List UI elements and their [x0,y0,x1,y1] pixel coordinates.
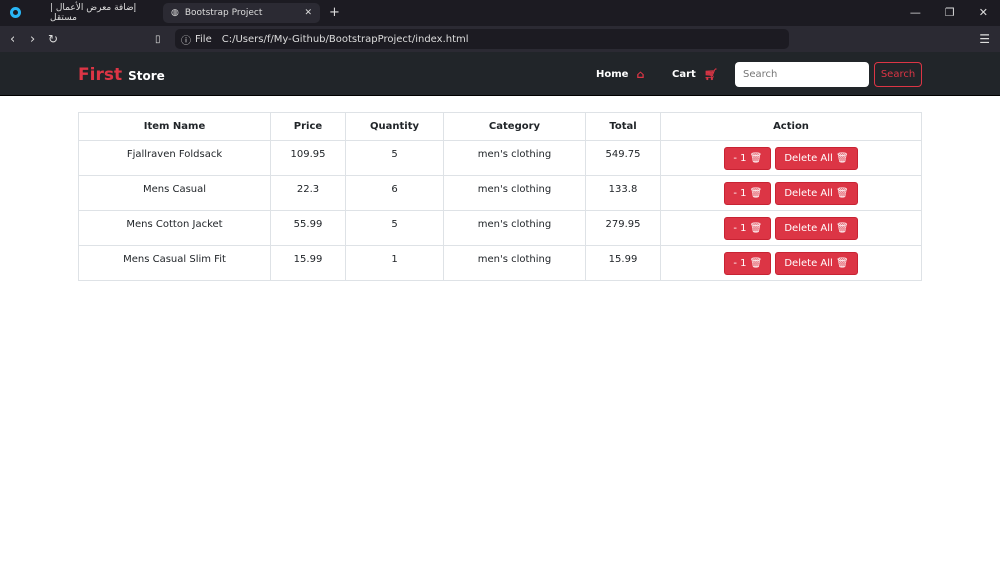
cart-icon: 🛒︎ [703,68,718,81]
menu-icon[interactable]: ☰ [979,32,990,46]
delete-all-button[interactable]: Delete All 🗑︎ [775,147,858,170]
cell-total: 133.8 [585,175,661,211]
decrement-button[interactable]: - 1 🗑︎ [724,252,772,275]
table-header-row: Item Name Price Quantity Category Total Actio… [78,112,922,141]
cell-name: Mens Cotton Jacket [78,210,271,246]
decrement-button[interactable]: - 1 🗑︎ [724,217,772,240]
tab-bootstrap-project[interactable]: ◍ Bootstrap Project ✕ [163,3,320,23]
search-button[interactable]: Search [874,62,922,87]
decrement-button[interactable]: - 1 🗑︎ [724,147,772,170]
table-row: Mens Casual 22.3 6 men's clothing 133.8- 1 🗑… [78,175,922,211]
trash-icon: 🗑︎ [835,258,849,269]
trash-icon: 🗑︎ [835,223,849,234]
close-tab-icon[interactable]: ✕ [304,8,312,18]
cart-table: Item Name Price Quantity Category Total Actio… [78,112,922,281]
minimize-icon[interactable]: — [910,6,921,19]
navbar: First Store Home ⌂ Cart 🛒︎ Search [0,52,1000,96]
cell-action: - 1 🗑︎ Delete All 🗑︎ [660,175,922,211]
nav-home[interactable]: Home ⌂ [596,68,644,81]
trash-icon: 🗑︎ [749,258,763,269]
close-window-icon[interactable]: ✕ [979,6,988,19]
cell-price: 55.99 [270,210,346,246]
cell-total: 279.95 [585,210,661,246]
trash-icon: 🗑︎ [749,188,763,199]
cell-action: - 1 🗑︎ Delete All 🗑︎ [660,245,922,281]
table-row: Mens Cotton Jacket 55.99 5 men's clothing 27… [78,210,922,246]
cell-name: Mens Casual Slim Fit [78,245,271,281]
trash-icon: 🗑︎ [835,153,849,164]
table-row: Mens Casual Slim Fit 15.99 1 men's clothing… [78,245,922,281]
cell-name: Fjallraven Foldsack [78,140,271,176]
browser-logo-icon [10,7,21,18]
address-bar-row: ‹ › ↻ ▯ ⓘ File C:/Users/f/My-Github/Bootst… [0,26,1000,52]
cell-qty: 5 [345,210,444,246]
cell-category: men's clothing [443,175,586,211]
delete-all-button[interactable]: Delete All 🗑︎ [775,252,858,275]
nav-cart[interactable]: Cart 🛒︎ [672,68,718,81]
cell-qty: 1 [345,245,444,281]
back-icon[interactable]: ‹ [10,32,15,47]
cell-category: men's clothing [443,210,586,246]
trash-icon: 🗑︎ [749,153,763,164]
browser-tab-bar: إضافة معرض الأعمال | مستقل ◍ Bootstrap Pr… [0,0,1000,26]
cell-price: 109.95 [270,140,346,176]
cell-action: - 1 🗑︎ Delete All 🗑︎ [660,140,922,176]
trash-icon: 🗑︎ [835,188,849,199]
trash-icon: 🗑︎ [749,223,763,234]
decrement-button[interactable]: - 1 🗑︎ [724,182,772,205]
delete-all-button[interactable]: Delete All 🗑︎ [775,182,858,205]
cell-name: Mens Casual [78,175,271,211]
cell-qty: 5 [345,140,444,176]
globe-icon: ◍ [171,8,179,18]
url-bar[interactable]: ⓘ File C:/Users/f/My-Github/BootstrapProje… [175,29,789,49]
cell-qty: 6 [345,175,444,211]
cell-total: 15.99 [585,245,661,281]
new-tab-button[interactable]: + [329,5,340,20]
info-icon: ⓘ [181,35,191,47]
search-input[interactable] [735,62,869,87]
bookmark-icon[interactable]: ▯ [155,34,161,45]
home-icon: ⌂ [636,68,645,81]
cell-price: 22.3 [270,175,346,211]
tab-mostaql[interactable]: إضافة معرض الأعمال | مستقل [50,3,160,23]
brand[interactable]: First Store [78,65,165,85]
cell-category: men's clothing [443,245,586,281]
reload-icon[interactable]: ↻ [48,32,58,46]
table-row: Fjallraven Foldsack 109.95 5 men's clothing… [78,140,922,176]
delete-all-button[interactable]: Delete All 🗑︎ [775,217,858,240]
cell-price: 15.99 [270,245,346,281]
forward-icon[interactable]: › [30,32,35,47]
cell-action: - 1 🗑︎ Delete All 🗑︎ [660,210,922,246]
cell-total: 549.75 [585,140,661,176]
cell-category: men's clothing [443,140,586,176]
maximize-icon[interactable]: ❐ [945,6,955,19]
